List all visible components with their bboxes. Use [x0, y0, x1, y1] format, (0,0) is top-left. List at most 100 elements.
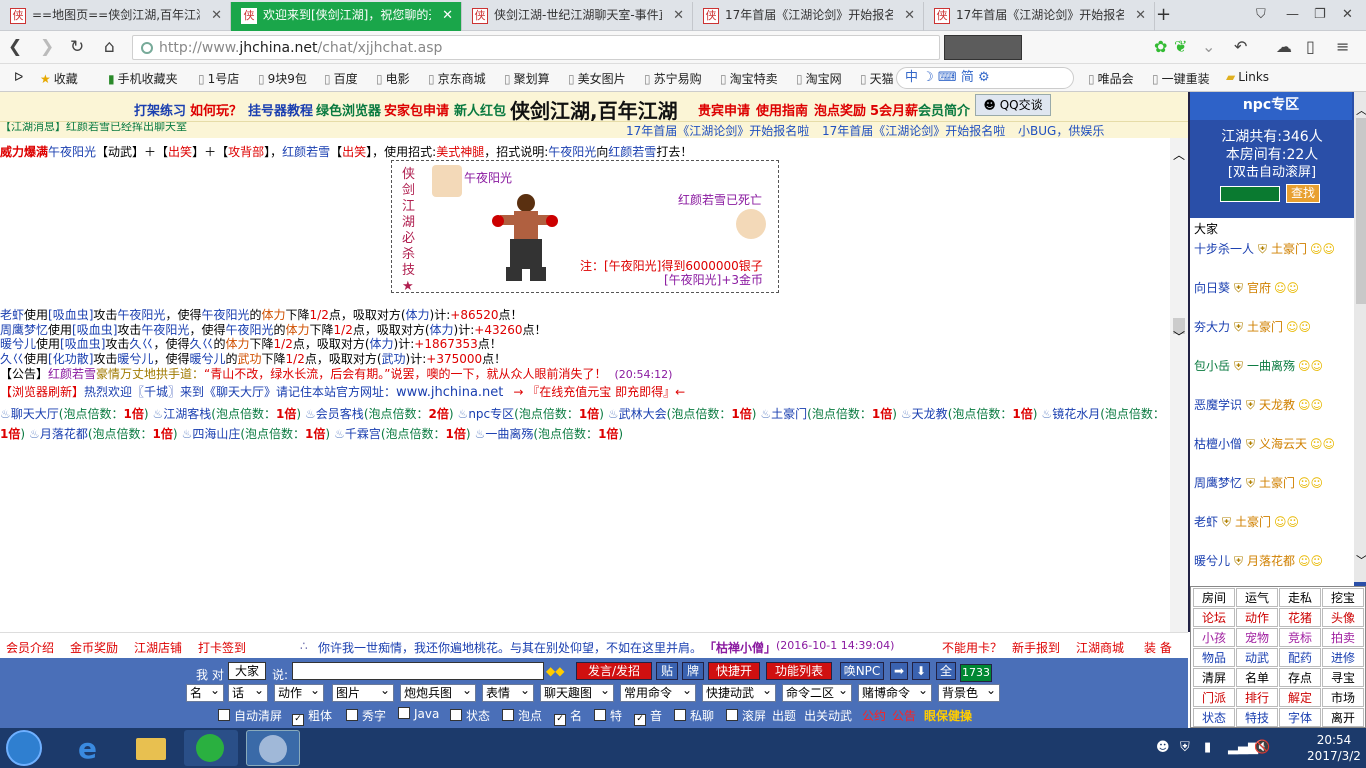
call-npc-button[interactable]: 唤NPC — [840, 662, 884, 680]
extension-icon[interactable]: ✿ — [1154, 37, 1167, 56]
cloud-icon[interactable]: ☁ — [1276, 37, 1292, 56]
footer-link[interactable]: 江湖店铺 — [134, 639, 182, 656]
command-select[interactable]: 赌博命令 — [858, 682, 932, 702]
footer-link[interactable]: 金币奖励 — [70, 639, 118, 656]
room-link[interactable]: ♨千霖宫(泡点倍数：1倍) — [334, 427, 471, 441]
command-select[interactable]: 名 — [186, 682, 224, 702]
header-link[interactable]: 打架练习 — [134, 100, 186, 119]
user-list-item[interactable]: 十步杀一人 ⛨ 土豪门 ☺☺ — [1194, 240, 1344, 258]
command-select[interactable]: 动作 — [274, 682, 324, 702]
option-checkbox[interactable]: 泡点 — [502, 707, 542, 724]
footer-link[interactable]: 装 备 — [1144, 639, 1172, 656]
room-link[interactable]: ♨月落花都(泡点倍数：1倍) — [29, 427, 178, 441]
header-link[interactable]: 挂号器教程 — [248, 100, 313, 119]
command-select[interactable]: 背景色 — [938, 682, 1000, 702]
command-button[interactable]: 离开 — [1322, 708, 1364, 727]
user-list-item[interactable]: 恶魔学识 ⛨ 天龙教 ☺☺ — [1194, 396, 1344, 414]
back-icon[interactable]: ❮ — [8, 37, 22, 57]
player-name[interactable]: 午夜阳光 — [201, 308, 249, 322]
chat-scrollbar[interactable]: ︿ ﹀ — [1170, 138, 1188, 632]
announce-link[interactable]: 小BUG，供娱乐 — [1018, 122, 1104, 138]
paste-button[interactable]: 贴 — [656, 662, 678, 680]
command-button[interactable]: 论坛 — [1193, 608, 1235, 627]
close-tab-icon[interactable]: ✕ — [442, 2, 453, 29]
header-link[interactable]: 泡点奖励 — [814, 100, 866, 119]
room-link[interactable]: ♨土豪门(泡点倍数：1倍) — [760, 407, 897, 421]
command-button[interactable]: 门派 — [1193, 688, 1235, 707]
tray-shield-icon[interactable]: ⛨ — [1180, 740, 1190, 755]
eye-exercise-link[interactable]: 眼保健操 — [924, 707, 972, 724]
user-search-button[interactable]: 查找 — [1286, 184, 1320, 203]
tab-lunjian-1[interactable]: 侠 17年首届《江湖论剑》开始报名! ✕ — [693, 2, 924, 31]
arrow-down-icon[interactable]: ⬇ — [912, 662, 930, 680]
player-name[interactable]: 午夜阳光 — [141, 323, 189, 337]
user-list-item[interactable]: 枯檀小僧 ⛨ 义海云天 ☺☺ — [1194, 435, 1344, 453]
player-name[interactable]: 午夜阳光 — [548, 145, 596, 159]
header-link[interactable]: 会员简介 — [918, 100, 970, 119]
restore-shirt-icon[interactable]: ⛉ — [1256, 7, 1266, 22]
close-tab-icon[interactable]: ✕ — [673, 2, 684, 29]
browser-360-icon[interactable] — [184, 730, 238, 766]
command-button[interactable]: 竞标 — [1279, 628, 1321, 647]
command-button[interactable]: 名单 — [1236, 668, 1278, 687]
header-link[interactable]: 贵宾申请 — [698, 100, 750, 119]
player-name[interactable]: 久巜 — [189, 337, 213, 351]
user-list-item[interactable]: 向日葵 ⛨ 官府 ☺☺ — [1194, 279, 1344, 297]
new-tab-icon[interactable]: + — [1156, 4, 1171, 25]
option-checkbox[interactable]: 状态 — [450, 707, 490, 724]
room-link[interactable]: ♨一曲离殇(泡点倍数：1倍) — [475, 427, 624, 441]
footer-link[interactable]: 打卡签到 — [198, 639, 246, 656]
command-select[interactable]: 图片 — [332, 682, 394, 702]
player-name[interactable]: 红颜若雪 — [48, 367, 96, 381]
footer-link[interactable]: 不能用卡？ — [942, 639, 1002, 656]
bookmark-baidu[interactable]: ▯ 百度 — [324, 70, 358, 87]
header-link[interactable]: 5会月薪 — [870, 100, 918, 119]
arrow-right-icon[interactable]: ➡ — [890, 662, 908, 680]
option-checkbox[interactable]: 秀字 — [346, 707, 386, 724]
option-checkbox[interactable]: 自动清屏 — [218, 707, 282, 724]
input-tools-pill[interactable]: 中 ☽ ⌨ 简 ⚙ — [896, 67, 1074, 89]
command-button[interactable]: 市场 — [1322, 688, 1364, 707]
player-name[interactable]: 暖兮儿 — [189, 352, 225, 366]
command-select[interactable]: 快捷动武 — [702, 682, 776, 702]
player-name[interactable]: 红颜若雪 — [608, 145, 656, 159]
option-checkbox[interactable]: 音 — [634, 707, 662, 726]
bookmark-taobao[interactable]: ▯ 淘宝网 — [796, 70, 842, 87]
option-checkbox[interactable]: 名 — [554, 707, 582, 726]
command-button[interactable]: 存点 — [1279, 668, 1321, 687]
bookmark-jd[interactable]: ▯ 京东商城 — [428, 70, 486, 87]
command-button[interactable]: 宠物 — [1236, 628, 1278, 647]
command-button[interactable]: 特技 — [1236, 708, 1278, 727]
command-button[interactable]: 拍卖 — [1322, 628, 1364, 647]
player-name[interactable]: 久巜 — [129, 337, 153, 351]
command-select[interactable]: 表情 — [482, 682, 534, 702]
command-select[interactable]: 炮炮兵图 — [400, 682, 476, 702]
menu-icon[interactable]: ≡ — [1336, 37, 1349, 56]
scroll-up-icon[interactable]: ︿ — [1173, 146, 1185, 163]
undo-icon[interactable]: ↶ — [1234, 37, 1247, 56]
bookmark-tmall[interactable]: ▯ 天猫 — [860, 70, 894, 87]
announce-link[interactable]: 17年首届《江湖论剑》开始报名啦 — [822, 122, 1005, 138]
notice-link[interactable]: 公告 — [892, 707, 916, 724]
user-search-input[interactable] — [1220, 186, 1280, 202]
tray-qq-icon[interactable]: ☻ — [1156, 740, 1170, 755]
command-button[interactable]: 排行 — [1236, 688, 1278, 707]
command-button[interactable]: 寻宝 — [1322, 668, 1364, 687]
tab-map[interactable]: 侠 ==地图页==侠剑江湖,百年江湖 ✕ — [0, 2, 231, 31]
target-field[interactable]: 大家 — [228, 662, 266, 680]
command-select[interactable]: 命令二区 — [782, 682, 852, 702]
reload-icon[interactable]: ↻ — [70, 37, 84, 57]
function-list-button[interactable]: 功能列表 — [766, 662, 832, 680]
player-name[interactable]: 午夜阳光 — [117, 308, 165, 322]
room-link[interactable]: ♨npc专区(泡点倍数：1倍) — [458, 407, 604, 421]
maximize-icon[interactable]: ❐ — [1314, 7, 1326, 22]
player-name[interactable]: 午夜阳光 — [225, 323, 273, 337]
user-list-item[interactable]: 包小岳 ⛨ 一曲离殇 ☺☺ — [1194, 357, 1344, 375]
room-link[interactable]: ♨会员客栈(泡点倍数：2倍) — [305, 407, 454, 421]
player-name[interactable]: 午夜阳光 — [48, 145, 96, 159]
room-link[interactable]: ♨天龙教(泡点倍数：1倍) — [901, 407, 1038, 421]
bookmark-taobao-sale[interactable]: ▯ 淘宝特卖 — [720, 70, 778, 87]
bookmark-vip[interactable]: ▯ 唯品会 — [1088, 70, 1134, 87]
command-button[interactable]: 运气 — [1236, 588, 1278, 607]
room-link[interactable]: ♨武林大会(泡点倍数：1倍) — [608, 407, 757, 421]
